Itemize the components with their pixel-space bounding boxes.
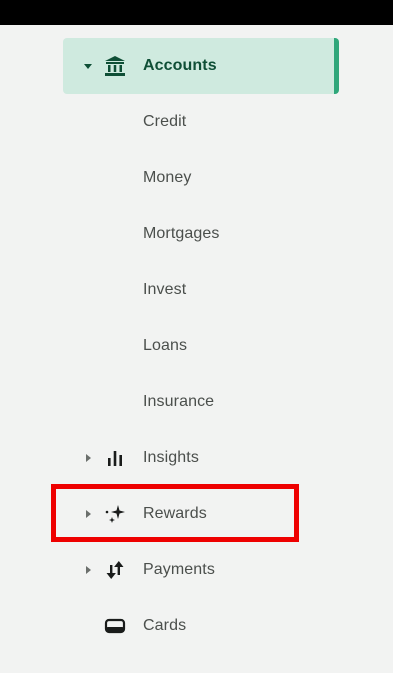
card-icon bbox=[103, 614, 127, 638]
sidebar-item-label: Mortgages bbox=[143, 225, 220, 242]
sidebar-item-label: Credit bbox=[143, 113, 187, 130]
caret-down-icon[interactable] bbox=[83, 61, 93, 71]
sidebar-item-cards[interactable]: Cards bbox=[63, 598, 339, 654]
sidebar-subitem-insurance[interactable]: Insurance bbox=[63, 374, 339, 430]
bar-chart-icon bbox=[103, 446, 127, 470]
sidebar-item-label: Insurance bbox=[143, 393, 215, 410]
sidebar-subitem-loans[interactable]: Loans bbox=[63, 318, 339, 374]
transfer-arrows-icon bbox=[103, 558, 127, 582]
sidebar-item-label: Loans bbox=[143, 337, 188, 354]
sidebar-subitem-invest[interactable]: Invest bbox=[63, 262, 339, 318]
sidebar-subitem-money[interactable]: Money bbox=[63, 150, 339, 206]
sidebar-item-label: Insights bbox=[143, 449, 199, 466]
caret-right-icon[interactable] bbox=[83, 453, 93, 463]
sidebar-item-label: Payments bbox=[143, 561, 215, 578]
sidebar-item-label: Money bbox=[143, 169, 192, 186]
rewards-highlight-box bbox=[51, 484, 299, 542]
sidebar-item-accounts[interactable]: Accounts bbox=[63, 38, 339, 94]
sidebar-nav: Accounts Credit Money Mortgages Invest L… bbox=[0, 25, 393, 673]
sidebar-item-label: Invest bbox=[143, 281, 187, 298]
top-bar bbox=[0, 0, 393, 25]
sidebar-item-label: Accounts bbox=[143, 57, 217, 74]
caret-right-icon[interactable] bbox=[83, 565, 93, 575]
bank-icon bbox=[103, 54, 127, 78]
sidebar-item-label: Cards bbox=[143, 617, 187, 634]
sidebar-item-payments[interactable]: Payments bbox=[63, 542, 339, 598]
sidebar-subitem-credit[interactable]: Credit bbox=[63, 94, 339, 150]
sidebar-item-insights[interactable]: Insights bbox=[63, 430, 339, 486]
sidebar-subitem-mortgages[interactable]: Mortgages bbox=[63, 206, 339, 262]
